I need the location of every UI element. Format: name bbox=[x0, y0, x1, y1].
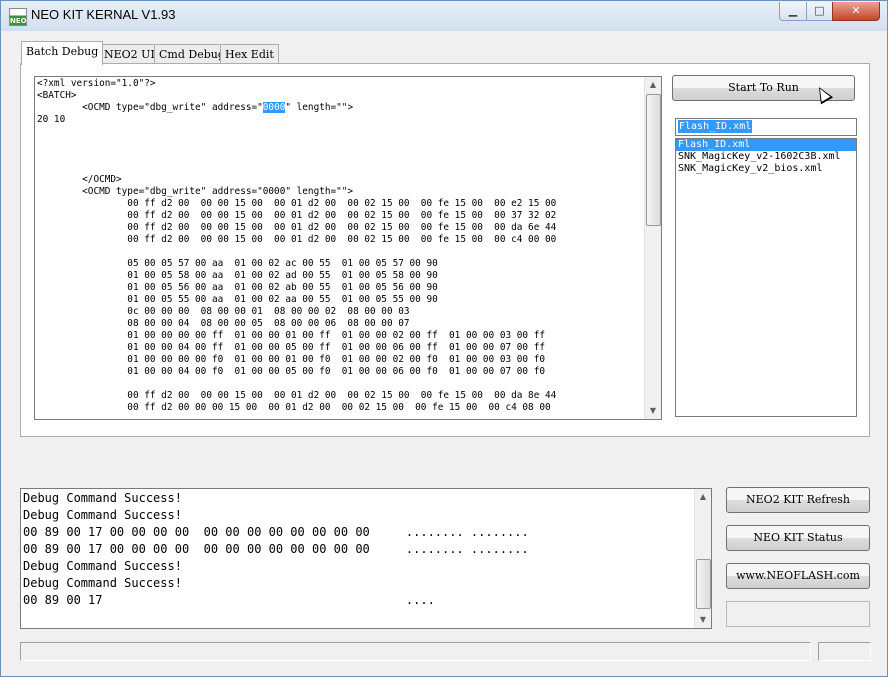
log-line: 00 89 00 17 00 00 00 00 00 00 00 00 00 0… bbox=[23, 542, 529, 556]
editor-line: 0c 00 00 00 08 00 00 01 08 00 00 02 08 0… bbox=[37, 306, 410, 317]
scroll-up-arrow-icon[interactable]: ▲ bbox=[695, 489, 711, 505]
editor-line: 01 00 00 04 00 ff 01 00 00 05 00 ff 01 0… bbox=[37, 342, 545, 353]
batch-debug-panel: <?xml version="1.0"?> <BATCH> <OCMD type=… bbox=[20, 63, 870, 437]
tab-neo2-ui[interactable]: NEO2 UI bbox=[99, 44, 160, 64]
editor-line: <?xml version="1.0"?> bbox=[37, 78, 156, 89]
scroll-down-arrow-icon[interactable]: ▼ bbox=[695, 612, 711, 628]
editor-line: 01 00 00 00 00 f0 01 00 00 01 00 f0 01 0… bbox=[37, 354, 545, 365]
file-name-value: Flash_ID.xml bbox=[678, 120, 753, 133]
log-scroll-thumb[interactable] bbox=[696, 559, 711, 609]
title-bar[interactable]: NEO NEO KIT KERNAL V1.93 ▁ □ ✕ bbox=[1, 1, 887, 31]
editor-line: 00 ff d2 00 00 00 15 00 00 01 d2 00 00 0… bbox=[37, 222, 557, 233]
editor-line: 00 ff d2 00 00 00 15 00 00 01 d2 00 00 0… bbox=[37, 390, 557, 401]
editor-line: </OCMD> bbox=[37, 174, 122, 185]
editor-line: 05 00 05 57 00 aa 01 00 02 ac 00 55 01 0… bbox=[37, 258, 438, 269]
tab-cmd-debug[interactable]: Cmd Debug bbox=[154, 44, 230, 64]
editor-line: 01 00 00 00 00 ff 01 00 00 01 00 ff 01 0… bbox=[37, 330, 545, 341]
maximize-button[interactable]: □ bbox=[806, 2, 833, 21]
selected-text: 0000 bbox=[262, 102, 286, 113]
window-title: NEO KIT KERNAL V1.93 bbox=[31, 7, 176, 22]
close-button[interactable]: ✕ bbox=[832, 2, 880, 21]
editor-line: 20 10 bbox=[37, 114, 66, 125]
editor-line: 00 ff d2 00 00 00 15 00 00 01 d2 00 00 0… bbox=[37, 402, 551, 413]
log-line: Debug Command Success! bbox=[23, 508, 182, 522]
scroll-up-arrow-icon[interactable]: ▲ bbox=[645, 77, 661, 93]
editor-line: 00 ff d2 00 00 00 15 00 00 01 d2 00 00 0… bbox=[37, 198, 557, 209]
batch-file-list[interactable]: Flash_ID.xml SNK_MagicKey_v2-1602C3B.xml… bbox=[675, 138, 857, 417]
editor-line: 00 ff d2 00 00 00 15 00 00 01 d2 00 00 0… bbox=[37, 234, 557, 245]
editor-line: 01 00 05 58 00 aa 01 00 02 ad 00 55 01 0… bbox=[37, 270, 438, 281]
editor-scroll-thumb[interactable] bbox=[646, 94, 661, 226]
file-list-item[interactable]: SNK_MagicKey_v2_bios.xml bbox=[676, 163, 856, 175]
file-list-item[interactable]: Flash_ID.xml bbox=[676, 139, 856, 151]
editor-line: 01 00 05 56 00 aa 01 00 02 ab 00 55 01 0… bbox=[37, 282, 438, 293]
debug-log[interactable]: Debug Command Success! Debug Command Suc… bbox=[20, 488, 712, 629]
file-list-item[interactable]: SNK_MagicKey_v2-1602C3B.xml bbox=[676, 151, 856, 163]
editor-line: 00 ff d2 00 00 00 15 00 00 01 d2 00 00 0… bbox=[37, 210, 557, 221]
batch-script-editor[interactable]: <?xml version="1.0"?> <BATCH> <OCMD type=… bbox=[34, 76, 662, 420]
neoflash-website-button[interactable]: www.NEOFLASH.com bbox=[726, 563, 870, 589]
log-scrollbar[interactable]: ▲ ▼ bbox=[694, 489, 711, 628]
editor-line: 08 00 00 04 08 00 00 05 08 00 00 06 08 0… bbox=[37, 318, 410, 329]
neo-kit-status-button[interactable]: NEO KIT Status bbox=[726, 525, 870, 551]
editor-line: <BATCH> bbox=[37, 90, 77, 101]
tab-hex-edit[interactable]: Hex Edit bbox=[220, 44, 279, 64]
neo2-kit-refresh-button[interactable]: NEO2 KIT Refresh bbox=[726, 487, 870, 513]
editor-line: <OCMD type="dbg_write" address="0000" le… bbox=[37, 102, 354, 113]
log-line: Debug Command Success! bbox=[23, 576, 182, 590]
log-line: Debug Command Success! bbox=[23, 491, 182, 505]
minimize-button[interactable]: ▁ bbox=[779, 2, 807, 21]
log-line: 00 89 00 17 .... bbox=[23, 593, 435, 607]
log-line: Debug Command Success! bbox=[23, 559, 182, 573]
status-bar bbox=[20, 642, 811, 661]
log-line: 00 89 00 17 00 00 00 00 00 00 00 00 00 0… bbox=[23, 525, 529, 539]
editor-line: 01 00 00 04 00 f0 01 00 00 05 00 f0 01 0… bbox=[37, 366, 545, 377]
status-field bbox=[726, 601, 870, 627]
batch-script-text[interactable]: <?xml version="1.0"?> <BATCH> <OCMD type=… bbox=[37, 78, 643, 418]
editor-line: 01 00 05 55 00 aa 01 00 02 aa 00 55 01 0… bbox=[37, 294, 438, 305]
main-window: NEO NEO KIT KERNAL V1.93 ▁ □ ✕ Batch Deb… bbox=[0, 0, 888, 677]
status-bar-panel bbox=[818, 642, 871, 661]
file-name-input[interactable]: Flash_ID.xml bbox=[675, 118, 857, 136]
scroll-down-arrow-icon[interactable]: ▼ bbox=[645, 403, 661, 419]
app-icon: NEO bbox=[9, 8, 27, 26]
editor-line: <OCMD type="dbg_write" address="0000" le… bbox=[37, 186, 354, 197]
editor-scrollbar[interactable]: ▲ ▼ bbox=[644, 77, 661, 419]
tab-batch-debug[interactable]: Batch Debug bbox=[21, 41, 104, 65]
